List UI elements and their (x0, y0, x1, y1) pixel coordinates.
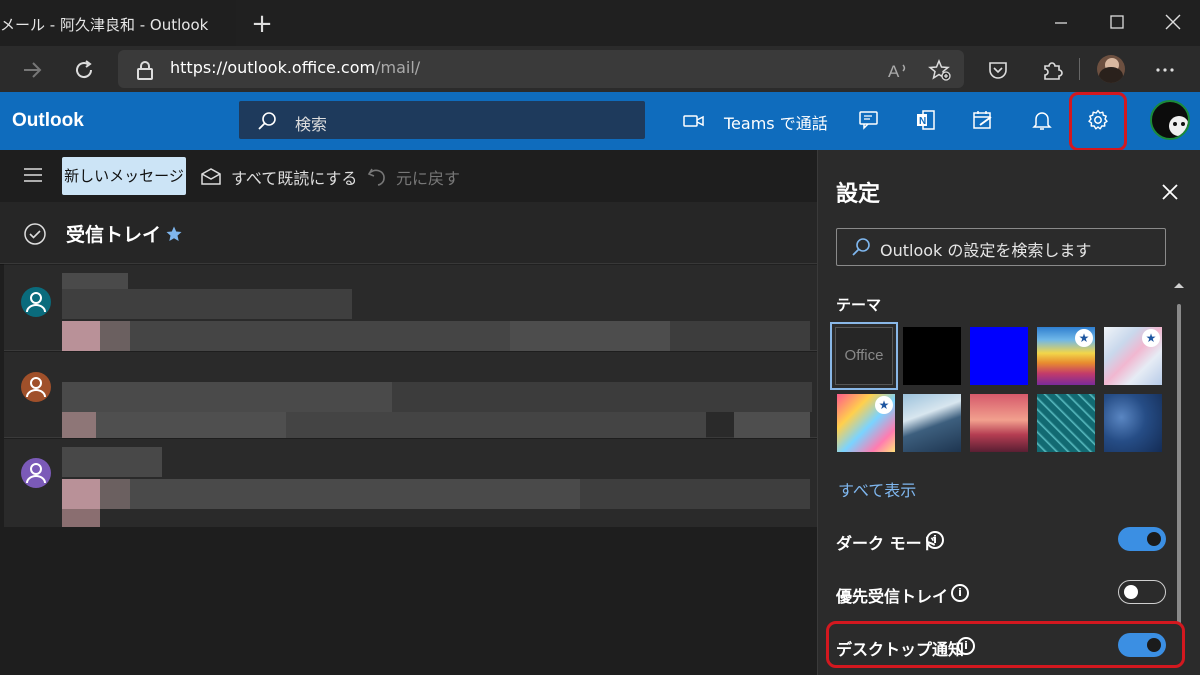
video-call-icon[interactable] (682, 112, 706, 130)
teams-call-button[interactable]: Teams で通話 (724, 110, 828, 134)
lock-icon[interactable] (133, 58, 157, 82)
new-message-button[interactable]: 新しいメッセージ (62, 157, 186, 195)
close-window-button[interactable] (1158, 8, 1188, 38)
hamburger-menu-icon[interactable] (22, 166, 44, 184)
theme-abstract[interactable]: ★ (1104, 327, 1162, 385)
add-favorite-icon[interactable] (928, 58, 952, 82)
theme-circuit[interactable] (1037, 394, 1095, 452)
favorite-star-icon[interactable] (165, 225, 183, 243)
tab-title: メール - 阿久津良和 - Outlook (0, 16, 209, 34)
dark-mode-label: ダーク モード (836, 534, 938, 553)
minimize-button[interactable] (1046, 8, 1076, 38)
search-placeholder: 検索 (295, 115, 328, 134)
list-item[interactable] (4, 265, 817, 351)
maximize-button[interactable] (1102, 8, 1132, 38)
forward-icon[interactable] (20, 58, 44, 82)
theme-rainbow[interactable]: ★ (1037, 327, 1095, 385)
dark-mode-toggle[interactable] (1118, 527, 1166, 551)
settings-search-placeholder: Outlook の設定を検索します (880, 241, 1092, 260)
new-tab-button[interactable]: + (248, 10, 276, 38)
sender-avatar (21, 458, 51, 488)
list-item[interactable] (4, 352, 817, 438)
more-options-icon[interactable] (1153, 58, 1177, 82)
theme-office[interactable]: Office (830, 322, 898, 390)
onenote-icon[interactable]: N (914, 108, 938, 132)
select-all-check-icon[interactable] (23, 222, 47, 246)
settings-highlight-box (1069, 92, 1127, 151)
undo-icon[interactable] (366, 166, 388, 186)
account-avatar[interactable] (1150, 100, 1190, 140)
browser-tab-strip: メール - 阿久津良和 - Outlook + (0, 0, 1200, 46)
undo-button[interactable]: 元に戻す (396, 165, 460, 189)
settings-title: 設定 (836, 182, 881, 207)
focused-inbox-label: 優先受信トレイ (836, 587, 949, 606)
url-text[interactable]: https://outlook.office.com/mail/ (170, 58, 420, 77)
close-icon[interactable] (1158, 180, 1182, 204)
notification-bell-icon[interactable] (1030, 108, 1054, 132)
desktop-notifications-highlight-box (826, 621, 1185, 668)
dark-mode-info-icon[interactable]: i (926, 531, 944, 549)
focused-inbox-info-icon[interactable]: i (951, 584, 969, 602)
theme-innovation[interactable] (1104, 394, 1162, 452)
folder-title: 受信トレイ (66, 224, 162, 246)
refresh-icon[interactable] (72, 58, 96, 82)
toolbar-divider (1079, 58, 1080, 80)
theme-black[interactable] (903, 327, 961, 385)
url-path: /mail/ (375, 58, 421, 77)
list-item[interactable] (4, 439, 817, 527)
message-list (0, 265, 817, 675)
theme-palms[interactable] (970, 394, 1028, 452)
mark-read-envelope-icon[interactable] (200, 166, 222, 186)
theme-blue[interactable] (970, 327, 1028, 385)
mark-all-read-button[interactable]: すべて既読にする (231, 165, 357, 189)
collections-icon[interactable] (986, 58, 1010, 82)
my-day-icon[interactable] (971, 108, 995, 132)
read-aloud-icon[interactable]: A (886, 58, 910, 82)
app-brand[interactable]: Outlook (12, 110, 84, 132)
theme-anime[interactable]: ★ (837, 394, 895, 452)
profile-avatar[interactable] (1097, 55, 1125, 83)
svg-text:A: A (888, 62, 900, 81)
show-all-themes-link[interactable]: すべて表示 (838, 477, 916, 501)
browser-tab[interactable]: メール - 阿久津良和 - Outlook (0, 0, 236, 46)
search-icon (258, 112, 276, 130)
extensions-icon[interactable] (1040, 58, 1064, 82)
svg-text:N: N (919, 116, 926, 127)
sender-avatar (21, 287, 51, 317)
url-host: https://outlook.office.com (170, 58, 376, 77)
settings-scrollbar[interactable] (1176, 284, 1182, 624)
theme-mountain[interactable] (903, 394, 961, 452)
sender-avatar (21, 372, 51, 402)
feedback-chat-icon[interactable] (857, 108, 881, 132)
theme-section-label: テーマ (836, 296, 882, 314)
focused-inbox-toggle[interactable] (1118, 580, 1166, 604)
theme-office-label: Office (835, 327, 893, 385)
settings-search-icon (852, 238, 870, 256)
